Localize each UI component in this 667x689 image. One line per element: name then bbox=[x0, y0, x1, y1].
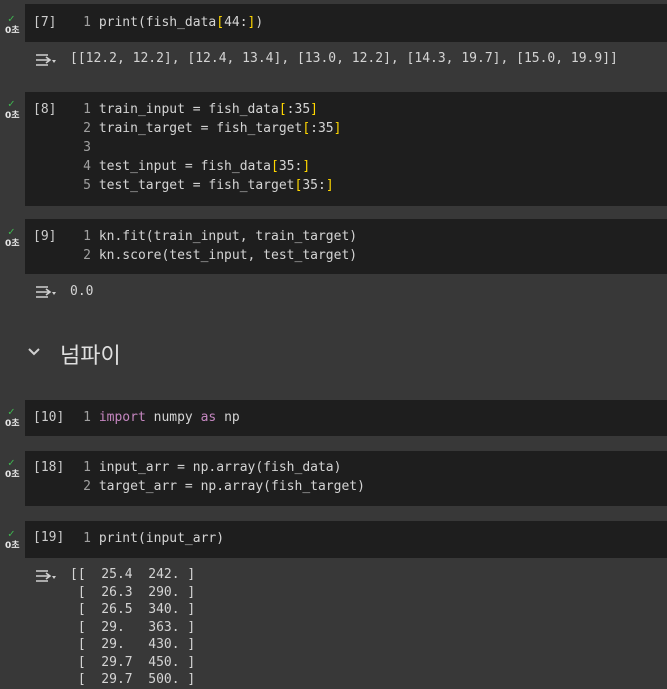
output-line: [ 29.7 450. ] bbox=[70, 654, 196, 670]
execution-count: [19] bbox=[33, 530, 65, 545]
output-line: [ 29. 363. ] bbox=[70, 619, 196, 635]
execution-count: [9] bbox=[33, 229, 57, 244]
code-cell[interactable]: [18] 1 input_arr = np.array(fish_data) 2… bbox=[25, 451, 667, 506]
code-line[interactable]: 4 test_input = fish_data[35:] bbox=[79, 157, 310, 176]
code-cell[interactable]: [7] 1 print(fish_data[44:]) bbox=[25, 4, 667, 42]
run-time: 0초 bbox=[5, 26, 20, 36]
run-time: 0초 bbox=[5, 470, 20, 480]
output-text: 0.0 bbox=[70, 284, 94, 299]
code-cell[interactable]: [8] 1 train_input = fish_data[:35] 2 tra… bbox=[25, 92, 667, 206]
code-line[interactable]: 3 bbox=[79, 138, 91, 157]
code-line[interactable]: 2 train_target = fish_target[:35] bbox=[79, 119, 341, 138]
run-time: 0초 bbox=[5, 419, 20, 429]
code-line[interactable]: 2 kn.score(test_input, test_target) bbox=[79, 246, 357, 265]
run-time: 0초 bbox=[5, 541, 20, 551]
output-line: [ 29. 430. ] bbox=[70, 637, 196, 652]
output-area: 0.0 bbox=[25, 276, 667, 308]
run-time: 0초 bbox=[5, 239, 20, 249]
section-title: 넘파이 bbox=[60, 344, 121, 369]
check-icon: ✓ bbox=[8, 527, 15, 540]
code-line[interactable]: 1 import numpy as np bbox=[79, 408, 240, 427]
output-area: [[12.2, 12.2], [12.4, 13.4], [13.0, 12.2… bbox=[25, 44, 667, 78]
code-line[interactable]: 1 train_input = fish_data[:35] bbox=[79, 100, 318, 119]
check-icon: ✓ bbox=[8, 12, 15, 25]
run-time: 0초 bbox=[5, 111, 20, 121]
output-toggle-icon[interactable] bbox=[35, 568, 57, 584]
code-line[interactable]: 1 kn.fit(train_input, train_target) bbox=[79, 227, 357, 246]
code-line[interactable]: 1 input_arr = np.array(fish_data) bbox=[79, 458, 341, 477]
code-line[interactable]: 5 test_target = fish_target[35:] bbox=[79, 176, 333, 195]
execution-count: [8] bbox=[33, 102, 57, 117]
code-cell[interactable]: [9] 1 kn.fit(train_input, train_target) … bbox=[25, 219, 667, 274]
output-line: [ 26.5 340. ] bbox=[70, 602, 196, 617]
execution-count: [7] bbox=[33, 15, 57, 30]
check-icon: ✓ bbox=[8, 456, 15, 469]
code-line[interactable]: 2 target_arr = np.array(fish_target) bbox=[79, 477, 365, 496]
output-toggle-icon[interactable] bbox=[35, 52, 57, 68]
output-line: [[ 25.4 242. ] bbox=[70, 567, 196, 582]
check-icon: ✓ bbox=[8, 405, 15, 418]
output-line: [ 26.3 290. ] bbox=[70, 584, 196, 600]
code-cell[interactable]: [19] 1 print(input_arr) bbox=[25, 521, 667, 558]
chevron-down-icon[interactable] bbox=[28, 346, 40, 358]
output-area: [[ 25.4 242. ] [ 26.3 290. ] [ 26.5 340.… bbox=[25, 560, 667, 687]
execution-count: [18] bbox=[33, 460, 65, 475]
output-toggle-icon[interactable] bbox=[35, 284, 57, 300]
check-icon: ✓ bbox=[8, 97, 15, 110]
check-icon: ✓ bbox=[8, 225, 15, 238]
code-cell[interactable]: [10] 1 import numpy as np bbox=[25, 400, 667, 436]
code-line[interactable]: 1 print(input_arr) bbox=[79, 529, 224, 548]
code-line[interactable]: 1 print(fish_data[44:]) bbox=[79, 13, 263, 32]
section-header[interactable]: 넘파이 bbox=[0, 312, 667, 392]
execution-count: [10] bbox=[33, 410, 65, 425]
output-text: [[12.2, 12.2], [12.4, 13.4], [13.0, 12.2… bbox=[70, 51, 618, 66]
